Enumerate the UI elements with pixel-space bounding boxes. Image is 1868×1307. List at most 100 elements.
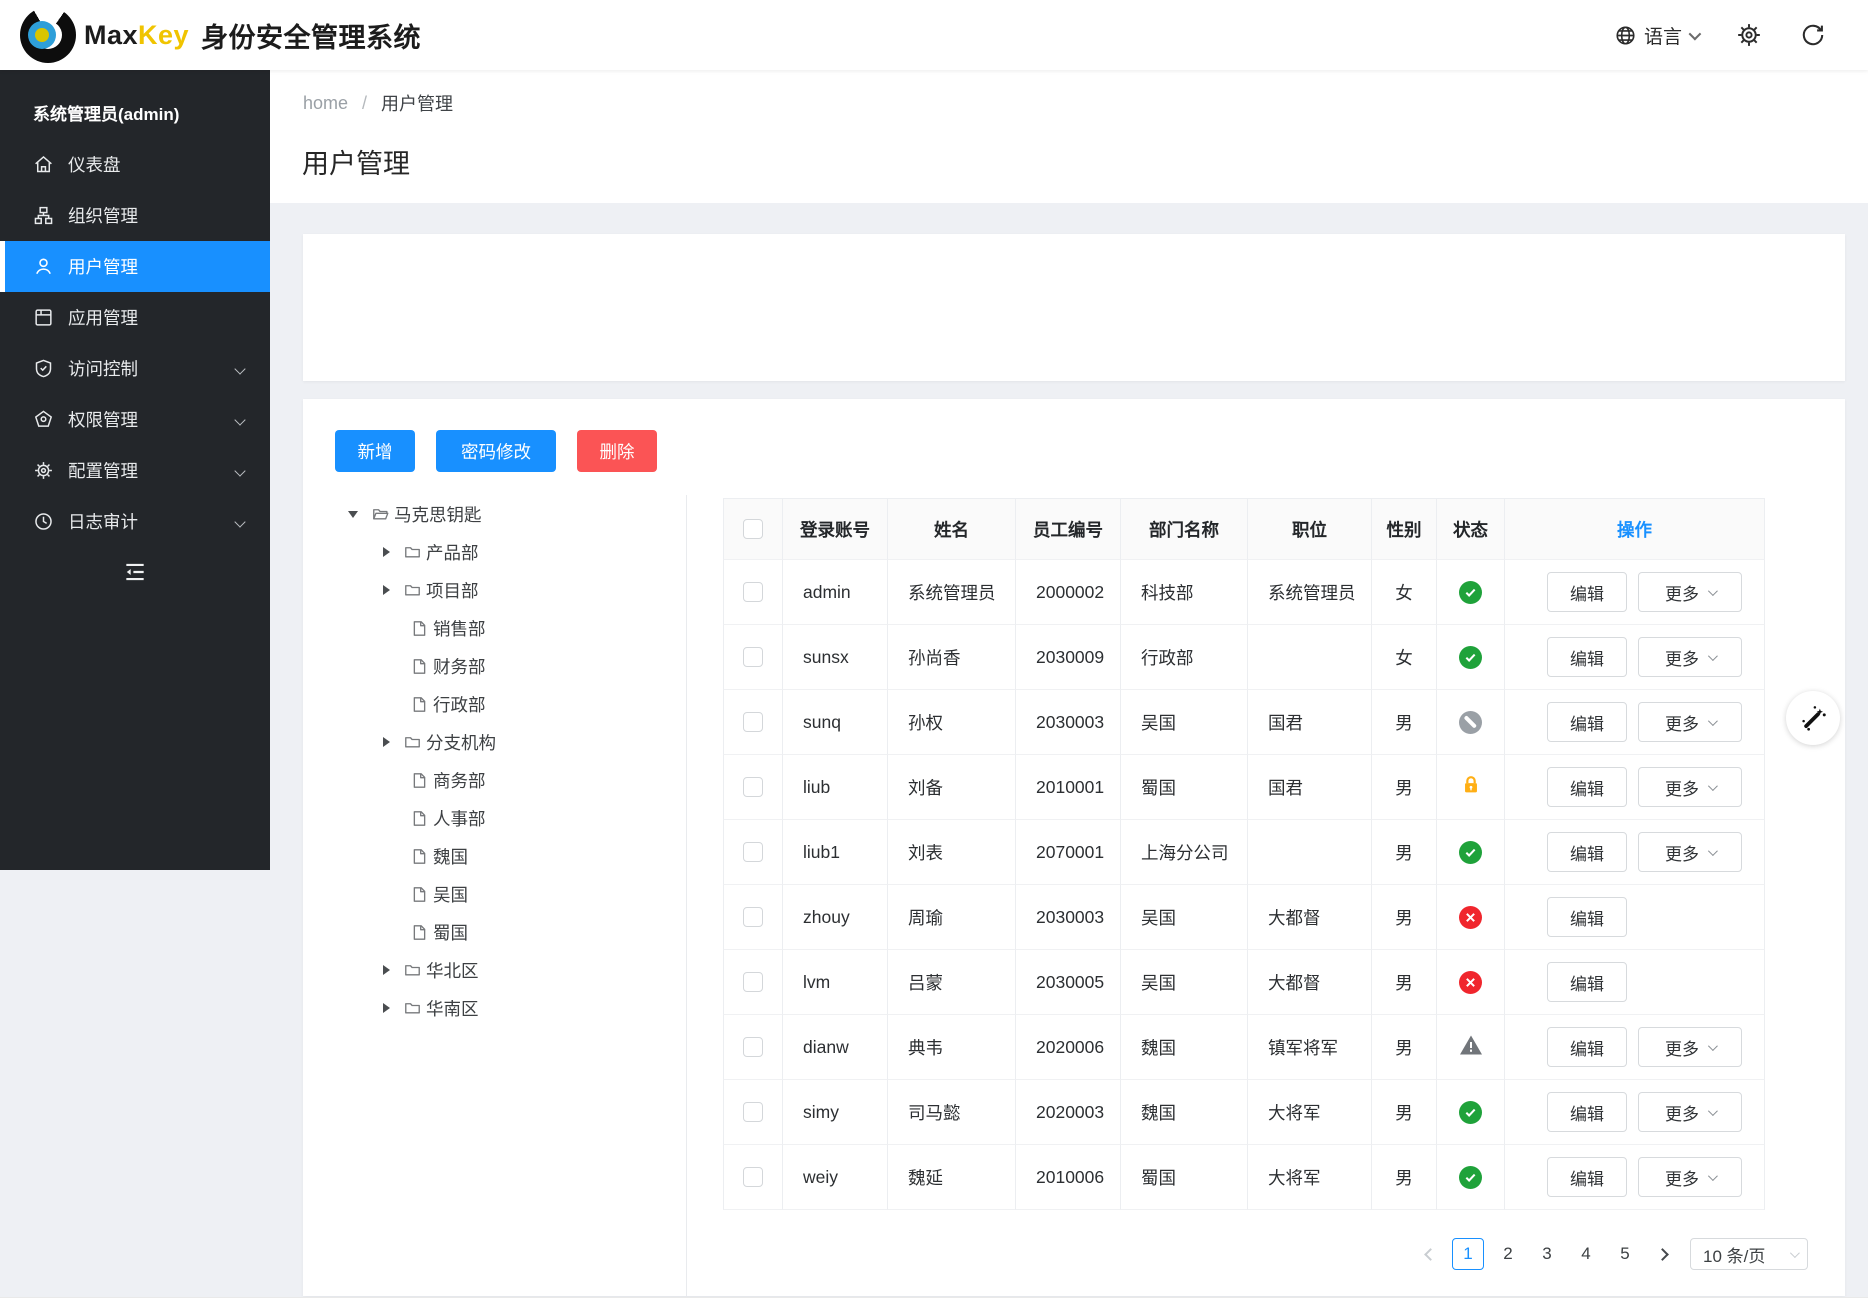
page-number[interactable]: 1 [1452, 1238, 1484, 1270]
sidebar-item-label: 权限管理 [68, 407, 138, 432]
edit-button[interactable]: 编辑 [1547, 832, 1627, 872]
sidebar-item-audit-log[interactable]: 日志审计 [0, 496, 270, 547]
row-checkbox[interactable] [743, 972, 763, 992]
edit-button[interactable]: 编辑 [1547, 1027, 1627, 1067]
file-icon [410, 885, 429, 904]
caret-down-icon[interactable] [348, 511, 358, 518]
sidebar-item-applications[interactable]: 应用管理 [0, 292, 270, 343]
more-button[interactable]: 更多 [1638, 767, 1742, 807]
change-password-button[interactable]: 密码修改 [436, 430, 556, 472]
tree-node[interactable]: 商务部 [303, 761, 686, 799]
next-page-button[interactable] [1649, 1238, 1675, 1270]
cell-employee-id: 2030005 [1016, 950, 1121, 1015]
cell-department: 上海分公司 [1121, 820, 1248, 885]
cell-gender: 男 [1372, 1080, 1437, 1145]
tree-node[interactable]: 财务部 [303, 647, 686, 685]
delete-button[interactable]: 删除 [577, 430, 657, 472]
page-number[interactable]: 3 [1532, 1238, 1562, 1270]
tree-node[interactable]: 魏国 [303, 837, 686, 875]
tree-node[interactable]: 人事部 [303, 799, 686, 837]
caret-right-icon[interactable] [383, 737, 390, 747]
more-button[interactable]: 更多 [1638, 1027, 1742, 1067]
cell-position: 大都督 [1248, 950, 1372, 1015]
more-button[interactable]: 更多 [1638, 832, 1742, 872]
table-header-row: 登录账号 姓名 员工编号 部门名称 职位 性别 状态 操作 [723, 498, 1765, 560]
tree-node-root[interactable]: 马克思钥匙 [303, 495, 686, 533]
row-checkbox[interactable] [743, 582, 763, 602]
settings-button[interactable] [1736, 22, 1762, 48]
cell-name: 魏延 [888, 1145, 1016, 1210]
more-button[interactable]: 更多 [1638, 1092, 1742, 1132]
tree-node[interactable]: 华北区 [303, 951, 686, 989]
more-button[interactable]: 更多 [1638, 1157, 1742, 1197]
row-checkbox[interactable] [743, 1102, 763, 1122]
row-checkbox[interactable] [743, 712, 763, 732]
tree-node[interactable]: 蜀国 [303, 913, 686, 951]
edit-button[interactable]: 编辑 [1547, 962, 1627, 1002]
page-number[interactable]: 5 [1610, 1238, 1640, 1270]
row-checkbox[interactable] [743, 907, 763, 927]
more-button[interactable]: 更多 [1638, 572, 1742, 612]
cell-position: 系统管理员 [1248, 560, 1372, 625]
tree-node[interactable]: 项目部 [303, 571, 686, 609]
caret-right-icon[interactable] [383, 965, 390, 975]
language-selector[interactable]: 语言 [1614, 22, 1698, 49]
cell-account: liub1 [783, 820, 888, 885]
row-checkbox[interactable] [743, 842, 763, 862]
col-name: 姓名 [888, 499, 1016, 560]
tree-node[interactable]: 销售部 [303, 609, 686, 647]
table-row: admin 系统管理员 2000002 科技部 系统管理员 女 编辑 更多 [723, 560, 1765, 625]
edit-button[interactable]: 编辑 [1547, 702, 1627, 742]
magic-wand-button[interactable] [1786, 691, 1840, 745]
page-number[interactable]: 4 [1571, 1238, 1601, 1270]
cell-position: 大将军 [1248, 1145, 1372, 1210]
breadcrumb-home-link[interactable]: home [303, 93, 348, 114]
edit-button[interactable]: 编辑 [1547, 767, 1627, 807]
tree-node[interactable]: 产品部 [303, 533, 686, 571]
edit-button[interactable]: 编辑 [1547, 897, 1627, 937]
page-number[interactable]: 2 [1493, 1238, 1523, 1270]
cell-department: 科技部 [1121, 560, 1248, 625]
row-checkbox[interactable] [743, 1037, 763, 1057]
edit-button[interactable]: 编辑 [1547, 1092, 1627, 1132]
status-enabled-icon [1459, 581, 1482, 604]
cell-name: 司马懿 [888, 1080, 1016, 1145]
tree-node[interactable]: 华南区 [303, 989, 686, 1027]
tree-node-label: 华南区 [426, 996, 479, 1021]
tree-node[interactable]: 行政部 [303, 685, 686, 723]
tree-node[interactable]: 吴国 [303, 875, 686, 913]
cell-employee-id: 2020003 [1016, 1080, 1121, 1145]
folder-icon [403, 961, 422, 980]
sidebar-item-configuration[interactable]: 配置管理 [0, 445, 270, 496]
edit-button[interactable]: 编辑 [1547, 572, 1627, 612]
status-warning-icon [1459, 1034, 1483, 1061]
status-enabled-icon [1459, 841, 1482, 864]
select-all-checkbox[interactable] [743, 519, 763, 539]
add-user-button[interactable]: 新增 [335, 430, 415, 472]
cell-account: weiy [783, 1145, 888, 1210]
more-button[interactable]: 更多 [1638, 637, 1742, 677]
caret-right-icon[interactable] [383, 1003, 390, 1013]
caret-right-icon[interactable] [383, 547, 390, 557]
logout-button[interactable] [1800, 22, 1826, 48]
sidebar-item-access-control[interactable]: 访问控制 [0, 343, 270, 394]
cell-gender: 男 [1372, 755, 1437, 820]
cell-name: 孙尚香 [888, 625, 1016, 690]
sidebar-item-permissions[interactable]: 权限管理 [0, 394, 270, 445]
edit-button[interactable]: 编辑 [1547, 1157, 1627, 1197]
breadcrumb-band: home / 用户管理 用户管理 [270, 70, 1868, 203]
sidebar-item-users[interactable]: 用户管理 [0, 241, 270, 292]
page-size-select[interactable]: 10 条/页 [1690, 1238, 1808, 1270]
tree-node[interactable]: 分支机构 [303, 723, 686, 761]
edit-button[interactable]: 编辑 [1547, 637, 1627, 677]
sidebar-item-organization[interactable]: 组织管理 [0, 190, 270, 241]
row-checkbox[interactable] [743, 647, 763, 667]
caret-right-icon[interactable] [383, 585, 390, 595]
cell-account: admin [783, 560, 888, 625]
more-button[interactable]: 更多 [1638, 702, 1742, 742]
sidebar-collapse-button[interactable] [0, 547, 270, 597]
prev-page-button[interactable] [1417, 1238, 1443, 1270]
row-checkbox[interactable] [743, 777, 763, 797]
row-checkbox[interactable] [743, 1167, 763, 1187]
sidebar-item-dashboard[interactable]: 仪表盘 [0, 139, 270, 190]
